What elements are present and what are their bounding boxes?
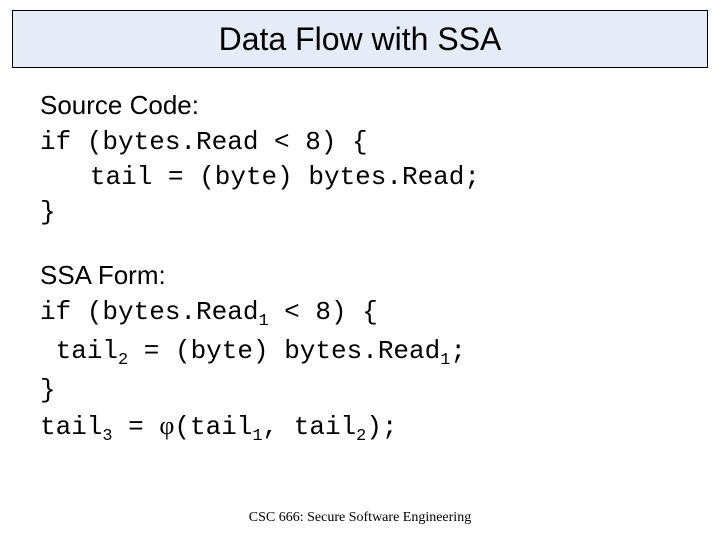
ssa-tail-mid: = (byte) bytes.Read <box>128 336 440 366</box>
ssa-sub-1b: 1 <box>440 351 450 370</box>
ssa-if-a: if (bytes.Read <box>40 297 258 327</box>
slide: Data Flow with SSA Source Code: if (byte… <box>0 0 720 540</box>
phi-symbol: φ <box>159 411 174 440</box>
ssa-sub-3: 3 <box>102 428 112 447</box>
slide-body: Source Code: if (bytes.Read < 8) { tail … <box>40 90 680 479</box>
ssa-phi-open: (tail <box>174 412 252 442</box>
source-code-block: if (bytes.Read < 8) { tail = (byte) byte… <box>40 125 680 230</box>
ssa-form-label: SSA Form: <box>40 260 680 291</box>
slide-footer: CSC 666: Secure Software Engineering <box>0 510 720 526</box>
src-line2: tail = (byte) bytes.Read; <box>90 162 480 192</box>
ssa-code-block: if (bytes.Read1 < 8) { tail2 = (byte) by… <box>40 295 680 449</box>
source-code-label: Source Code: <box>40 90 680 121</box>
ssa-phi-comma: , tail <box>263 412 357 442</box>
ssa-sub-2a: 2 <box>118 351 128 370</box>
ssa-sub-1c: 1 <box>252 428 262 447</box>
ssa-phi-eq: = <box>113 412 160 442</box>
src-line1: if (bytes.Read < 8) { <box>40 127 368 157</box>
src-line3: } <box>40 197 56 227</box>
slide-title: Data Flow with SSA <box>219 21 502 58</box>
ssa-sub-1a: 1 <box>258 312 268 331</box>
ssa-phi-tail: tail <box>40 412 102 442</box>
title-band: Data Flow with SSA <box>12 10 708 68</box>
ssa-tail-a: tail <box>56 336 118 366</box>
ssa-close: } <box>40 375 56 405</box>
ssa-sub-2b: 2 <box>356 428 366 447</box>
ssa-if-b: < 8) { <box>269 297 378 327</box>
ssa-tail-end: ; <box>450 336 466 366</box>
ssa-phi-close: ); <box>366 412 397 442</box>
